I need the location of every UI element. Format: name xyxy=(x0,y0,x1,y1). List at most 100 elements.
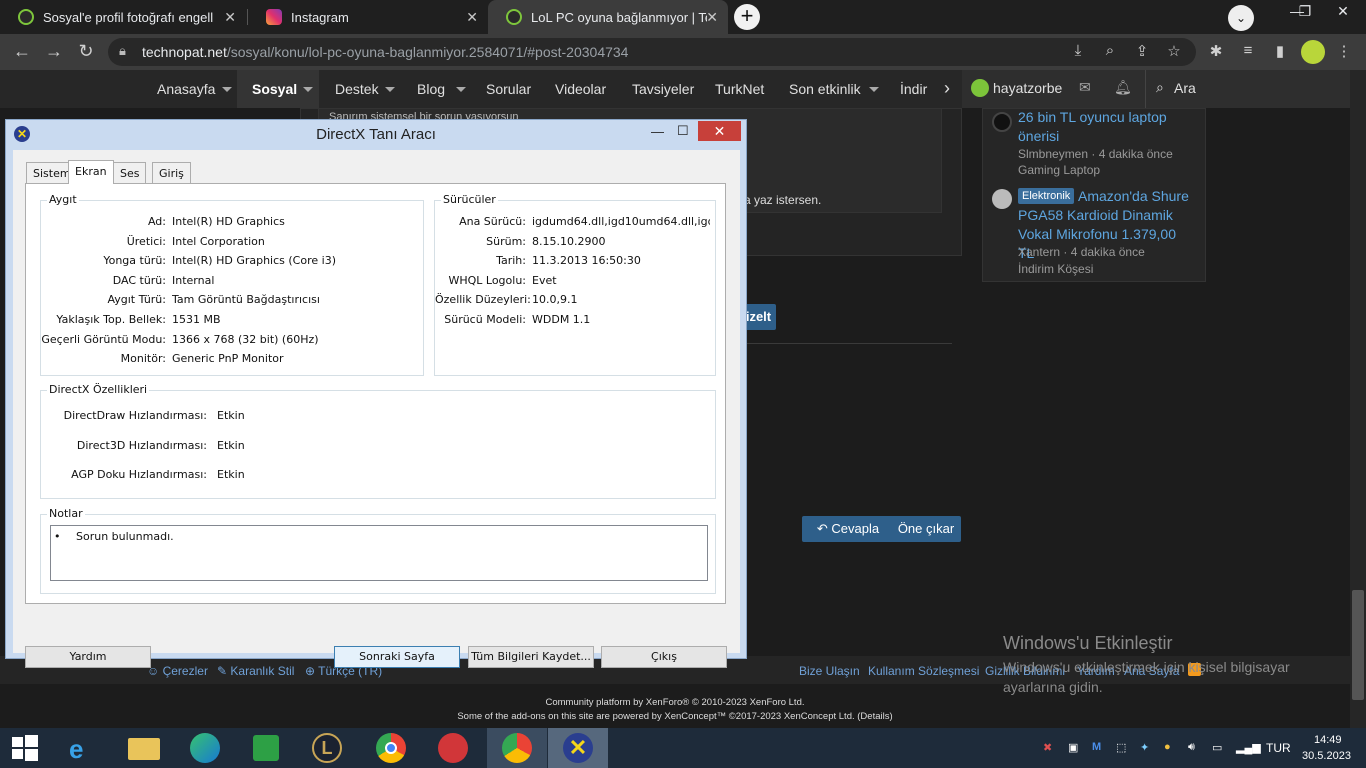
reload-icon[interactable]: ↻ xyxy=(75,41,97,62)
bookmark-star-icon[interactable]: ☆ xyxy=(1164,42,1184,60)
nav-blog[interactable]: Blog xyxy=(417,81,445,97)
close-icon[interactable]: ✕ xyxy=(706,9,718,26)
maximize-button[interactable]: ☐ xyxy=(677,123,689,139)
battery-icon[interactable]: ▭ xyxy=(1212,741,1222,754)
dxdiag-running-icon[interactable]: ✕ xyxy=(548,728,608,768)
thread-forum[interactable]: Gaming Laptop xyxy=(1018,163,1100,177)
browser-tab[interactable]: Sosyal'e profil fotoğrafı engellem ✕ xyxy=(0,0,246,34)
reply-button[interactable]: ↶ Cevapla xyxy=(802,516,894,542)
field-value: 1531 MB xyxy=(172,313,221,326)
field-label: AGP Doku Hızlandırması: xyxy=(71,468,207,481)
feature-button[interactable]: Öne çıkar xyxy=(891,516,961,542)
forward-icon[interactable]: → xyxy=(43,41,65,62)
file-explorer-icon[interactable] xyxy=(114,728,174,768)
edge-icon[interactable] xyxy=(175,728,235,768)
clock-time[interactable]: 14:49 xyxy=(1314,734,1342,746)
chrome-running-icon[interactable] xyxy=(487,728,547,768)
extensions-icon[interactable]: ✱ xyxy=(1206,42,1226,60)
tab-search-button[interactable]: ⌄ xyxy=(1228,5,1254,31)
nav-indir[interactable]: İndir xyxy=(900,81,927,97)
field-label: DirectDraw Hızlandırması: xyxy=(63,409,207,422)
cookies-link[interactable]: ☺ Çerezler xyxy=(147,664,208,678)
next-page-button[interactable]: Sonraki Sayfa xyxy=(334,646,460,668)
field-label: Sürücü Modeli: xyxy=(444,313,526,326)
new-tab-button[interactable]: + xyxy=(734,4,760,30)
drivers-group: Sürücüler Ana Sürücü: igdumd64.dll,igd10u… xyxy=(434,193,716,376)
browser-tab[interactable]: Instagram ✕ xyxy=(248,0,488,34)
nav-turknet[interactable]: TurkNet xyxy=(715,81,764,97)
install-icon[interactable]: ⤓ xyxy=(1068,42,1088,59)
close-window-button[interactable]: ✕ xyxy=(1320,0,1366,34)
save-all-button[interactable]: Tüm Bilgileri Kaydet... xyxy=(468,646,594,668)
window-title-bar[interactable]: ✕ DirectX Tanı Aracı — ☐ ✕ xyxy=(6,120,746,148)
tab-title: Instagram xyxy=(291,9,349,25)
zoom-icon[interactable]: ⌕ xyxy=(1100,42,1120,59)
browser-toolbar: ← → ↻ 🔒︎ technopat.net/sosyal/konu/lol-p… xyxy=(0,34,1366,70)
internet-explorer-icon[interactable]: e xyxy=(54,728,114,768)
window-title: DirectX Tanı Aracı xyxy=(316,126,436,143)
avatar[interactable] xyxy=(971,79,989,97)
chevron-right-icon[interactable]: › xyxy=(944,78,950,99)
close-button[interactable]: ✕ xyxy=(698,121,741,141)
chrome-icon[interactable] xyxy=(361,728,421,768)
share-icon[interactable]: ⇪ xyxy=(1132,42,1152,60)
field-label: Üretici: xyxy=(126,234,166,248)
search-icon[interactable]: ⌕ xyxy=(1156,79,1164,96)
back-icon[interactable]: ← xyxy=(11,41,33,62)
field-label: Monitör: xyxy=(120,352,166,366)
bluetooth-tray-icon[interactable]: ✦ xyxy=(1140,741,1149,754)
usb-tray-icon[interactable]: ⬚ xyxy=(1116,741,1126,754)
nav-son-etkinlik[interactable]: Son etkinlik xyxy=(789,81,861,97)
field-label: WHQL Logolu: xyxy=(448,273,526,287)
store-icon[interactable] xyxy=(236,728,296,768)
inbox-icon[interactable]: ✉ xyxy=(1079,79,1091,96)
url-text: technopat.net/sosyal/konu/lol-pc-oyuna-b… xyxy=(142,44,629,60)
profile-avatar[interactable] xyxy=(1301,40,1325,64)
username[interactable]: hayatzorbe xyxy=(993,80,1062,96)
exit-button[interactable]: Çıkış xyxy=(601,646,727,668)
league-of-legends-icon[interactable]: L xyxy=(297,728,357,768)
field-label: Özellik Düzeyleri: xyxy=(435,293,531,307)
riot-client-icon[interactable] xyxy=(423,728,483,768)
nav-destek[interactable]: Destek xyxy=(335,81,379,97)
notes-box[interactable]: • Sorun bulunmadı. xyxy=(50,525,708,581)
volume-icon[interactable]: 🔊︎ xyxy=(1188,741,1195,754)
bell-icon[interactable]: 🔔︎ xyxy=(1114,79,1132,96)
clock-date[interactable]: 30.5.2023 xyxy=(1302,750,1351,762)
tab-ses[interactable]: Ses xyxy=(113,162,147,183)
close-icon[interactable]: ✕ xyxy=(466,9,478,26)
nav-videolar[interactable]: Videolar xyxy=(555,81,606,97)
page-scrollbar[interactable] xyxy=(1350,70,1366,728)
menu-icon[interactable]: ⋮ xyxy=(1334,42,1354,60)
network-icon[interactable]: ▂▄▆ xyxy=(1236,741,1261,754)
malwarebytes-tray-icon[interactable]: M xyxy=(1092,741,1101,753)
start-button[interactable] xyxy=(0,728,52,768)
terms-link[interactable]: Kullanım Sözleşmesi xyxy=(868,664,979,678)
nav-sosyal[interactable]: Sosyal xyxy=(252,81,297,97)
field-value: 11.3.2013 16:50:30 xyxy=(532,254,641,268)
search-label[interactable]: Ara xyxy=(1174,80,1196,96)
tab-ekran[interactable]: Ekran xyxy=(68,160,114,184)
input-language[interactable]: TUR xyxy=(1266,741,1291,755)
nav-sorular[interactable]: Sorular xyxy=(486,81,531,97)
minimize-button[interactable]: — xyxy=(651,124,664,139)
browser-tab-active[interactable]: LoL PC oyuna bağlanmıyor | Techn ✕ xyxy=(488,0,728,34)
dark-style-link[interactable]: ✎ Karanlık Stil xyxy=(217,664,294,678)
addons-credit: Some of the add-ons on this site are pow… xyxy=(457,711,893,722)
contact-link[interactable]: Bize Ulaşın xyxy=(799,664,860,678)
side-panel-icon[interactable]: ▮ xyxy=(1270,42,1290,60)
address-bar[interactable]: 🔒︎ technopat.net/sosyal/konu/lol-pc-oyun… xyxy=(108,38,1196,66)
antivirus-tray-icon[interactable]: ✖ xyxy=(1043,741,1052,754)
thread-link[interactable]: 26 bin TL oyuncu laptop önerisi xyxy=(1018,108,1198,146)
nav-tavsiyeler[interactable]: Tavsiyeler xyxy=(632,81,694,97)
power-tray-icon[interactable]: ● xyxy=(1164,741,1171,753)
group-title: Notlar xyxy=(47,507,85,520)
tray-app-icon[interactable]: ▣ xyxy=(1068,741,1078,754)
nav-anasayfa[interactable]: Anasayfa xyxy=(157,81,215,97)
close-icon[interactable]: ✕ xyxy=(224,9,236,26)
help-button[interactable]: Yardım xyxy=(25,646,151,668)
media-queue-icon[interactable]: ≡ xyxy=(1238,42,1258,59)
thread-forum[interactable]: İndirim Köşesi xyxy=(1018,262,1093,276)
activation-watermark-text: Windows'u etkinleştirmek için kişisel bi… xyxy=(1003,659,1290,695)
tab-giris[interactable]: Giriş xyxy=(152,162,191,183)
